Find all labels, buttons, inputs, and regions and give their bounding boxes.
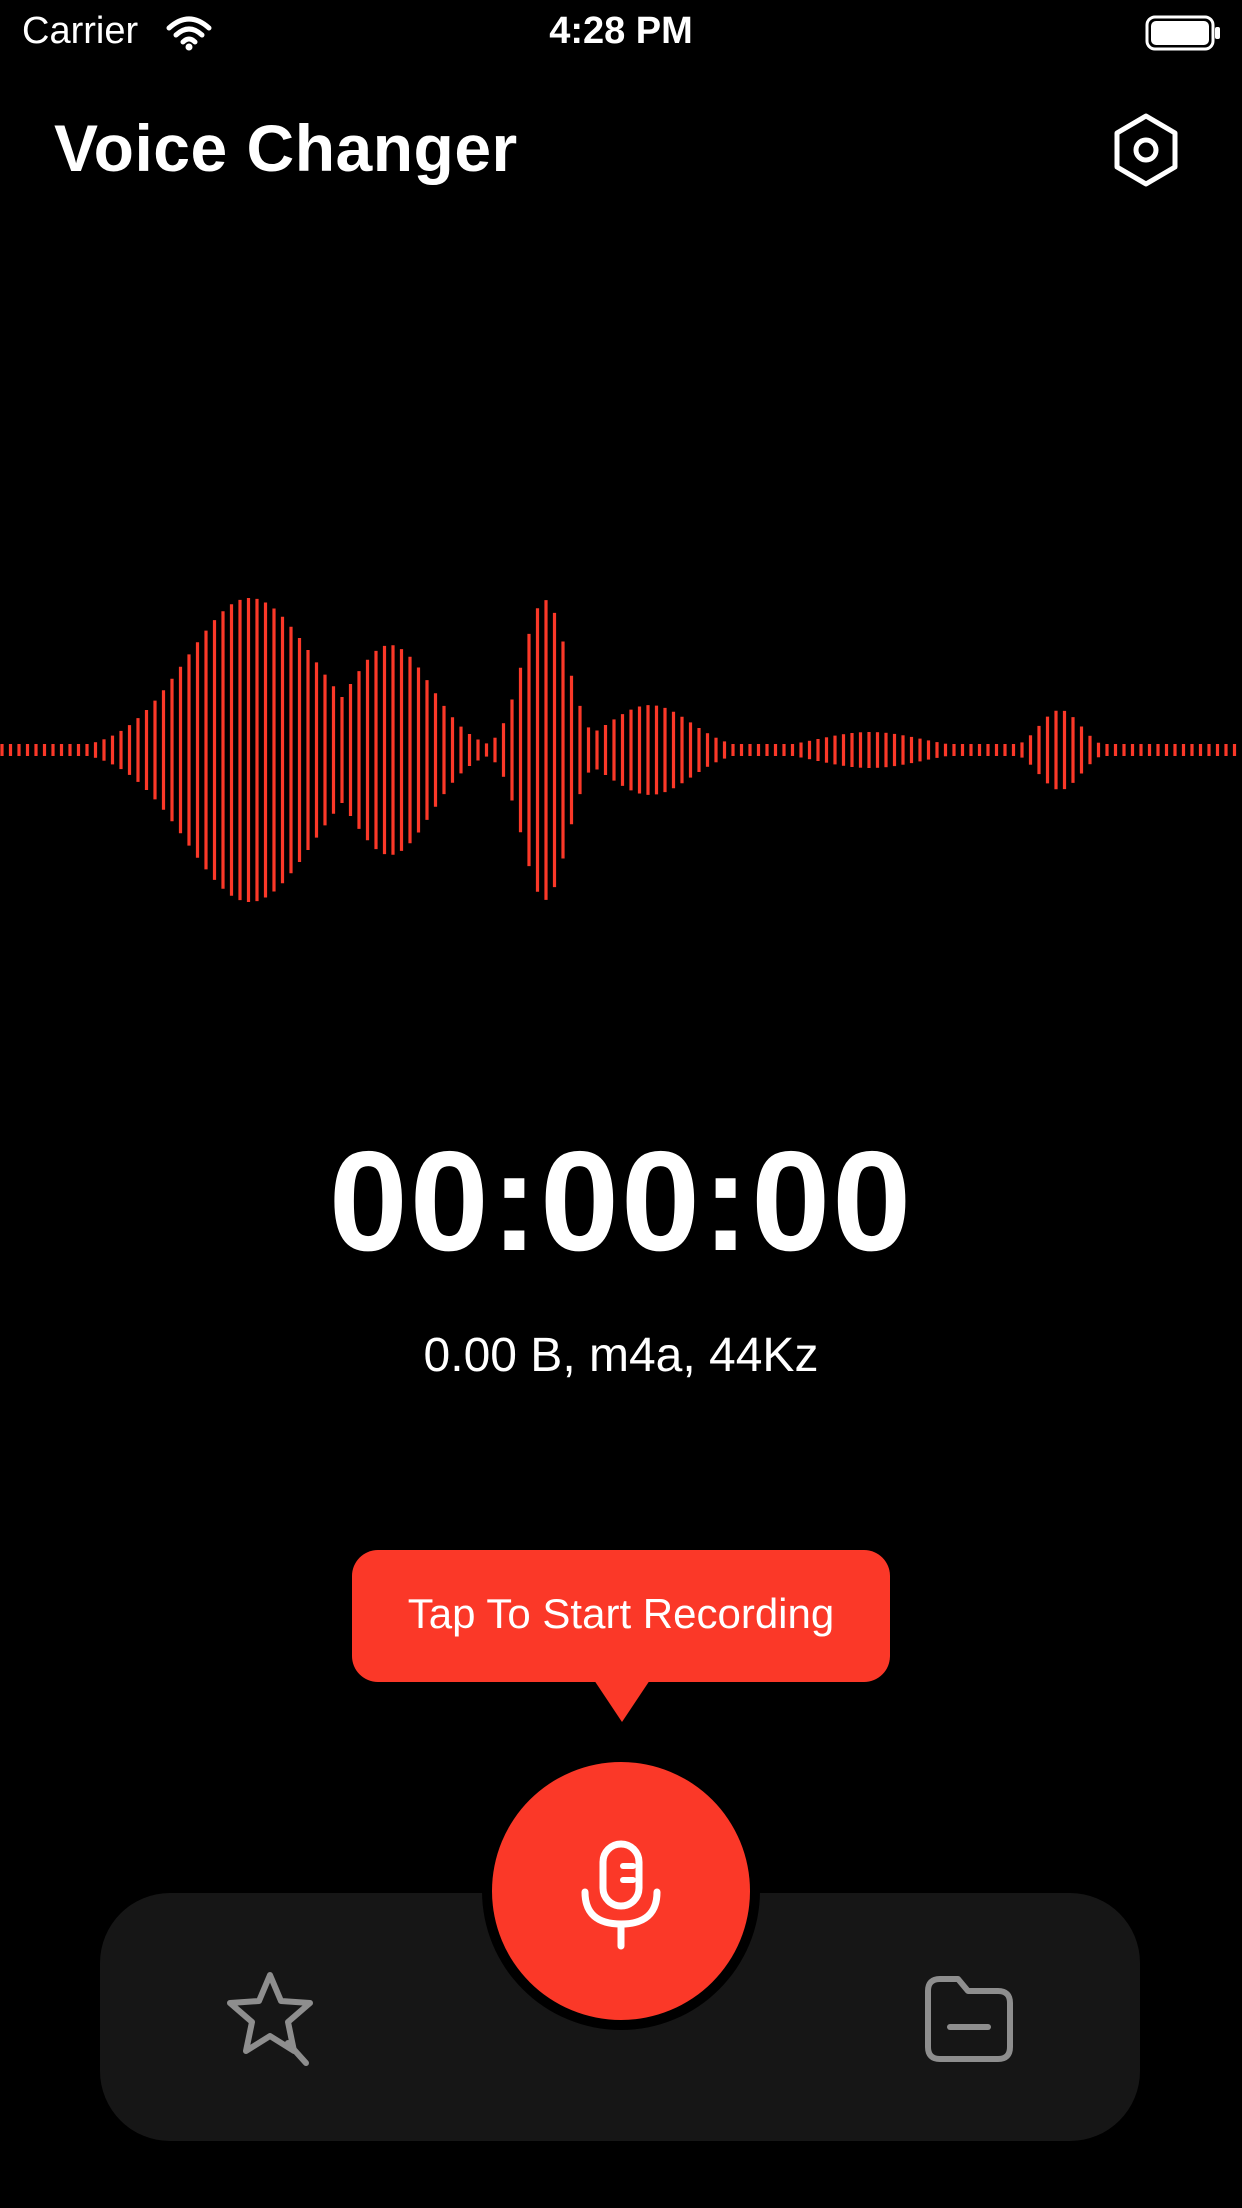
star-effects-icon[interactable]	[218, 1965, 328, 2075]
tooltip-arrow	[594, 1680, 650, 1722]
status-bar: Carrier 4:28 PM	[0, 0, 1242, 70]
page-title: Voice Changer	[54, 111, 518, 185]
tooltip-text: Tap To Start Recording	[407, 1590, 835, 1637]
audio-waveform	[0, 598, 1237, 902]
recording-timer: 00:00:00	[328, 1122, 914, 1281]
microphone-icon[interactable]	[577, 1840, 665, 1950]
start-recording-tooltip: Tap To Start Recording	[352, 1550, 890, 1682]
gear-icon[interactable]	[1108, 112, 1184, 188]
folder-icon[interactable]	[914, 1965, 1024, 2075]
file-info: 0.00 B, m4a, 44Kz	[423, 1329, 819, 1382]
battery-icon	[1145, 15, 1220, 51]
status-time: 4:28 PM	[549, 10, 693, 52]
